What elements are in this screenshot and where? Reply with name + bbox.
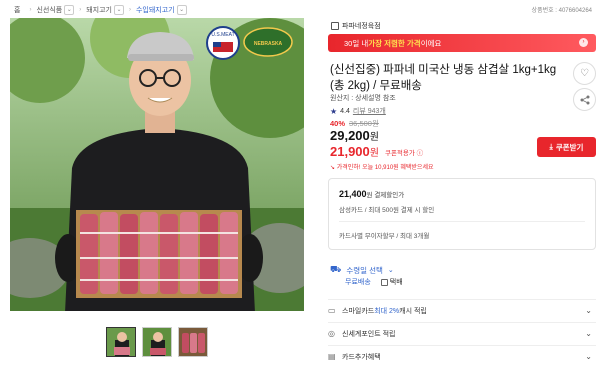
breadcrumb-separator: › <box>79 7 82 13</box>
heart-icon: ♡ <box>580 68 589 79</box>
chevron-down-icon: ⌄ <box>585 329 592 338</box>
promo-highlight: 가장 저렴한 가격 <box>368 38 421 48</box>
delivery-label: 수령일 선택 <box>346 265 383 275</box>
chevron-down-icon: ⌄ <box>585 306 592 315</box>
sale-price-value: 29,200 <box>330 128 370 143</box>
review-count-link[interactable]: 리뷰 943개 <box>353 106 386 116</box>
coupon-price-unit: 원 <box>369 148 379 159</box>
chevron-right-icon: › <box>579 38 588 47</box>
card-extra-benefit-row[interactable]: ▤ 카드추가혜택 ⌄ <box>328 345 596 367</box>
card-discount-detail: 삼성카드 / 최대 500원 결제 시 할인 <box>339 207 435 214</box>
free-shipping-label: 무료배송 <box>345 279 371 286</box>
breadcrumb-home[interactable]: 홈 <box>14 5 20 15</box>
promo-prefix: 30일 내 <box>344 38 369 48</box>
thumbnail-image <box>179 328 207 356</box>
sale-price-unit: 원 <box>369 132 379 143</box>
coupon-price-value: 21,900 <box>330 144 370 159</box>
rating-score: 4.4 <box>340 107 350 115</box>
courier-option: 택배 <box>380 277 403 287</box>
card-price-label: 원 결제할인가 <box>366 192 405 199</box>
shipping-options: 무료배송 택배 <box>345 277 403 287</box>
card-discount-amount: 21,400원 결제할인가 <box>339 189 404 199</box>
wishlist-button[interactable]: ♡ <box>573 62 596 85</box>
sale-price: 29,200원 <box>330 128 379 143</box>
shinsegae-point-row[interactable]: ◎ 신세계포인트 적립 ⌄ <box>328 322 596 344</box>
main-product-image[interactable]: U.S.MEAT NEBRASKA <box>10 18 304 311</box>
thumbnail-strip <box>106 327 208 357</box>
price-drop-note: ↘ 가격인하! 오늘 10,910원 혜택받으세요 <box>330 162 433 171</box>
breadcrumb-label: 돼지고기 <box>86 7 112 14</box>
thumbnail-1[interactable] <box>106 327 136 357</box>
breadcrumb-separator: › <box>29 7 32 13</box>
installment-info: 카드사별 무이자할부 / 최대 3개월 <box>339 233 430 240</box>
card-price-value: 21,400 <box>339 189 367 199</box>
breadcrumb: 홈 › 신선식품 ⌄ › 돼지고기 ⌄ › 수입돼지고기 ⌄ <box>14 4 187 16</box>
thumbnail-3[interactable] <box>178 327 208 357</box>
courier-label: 택배 <box>389 279 403 286</box>
chevron-down-icon: ⌄ <box>585 352 592 361</box>
card-icon: ▭ <box>328 306 336 315</box>
store-icon <box>331 22 339 30</box>
delivery-date-selector[interactable]: ⛟ 수령일 선택 ⌄ <box>330 264 394 276</box>
rating: ★ 4.4 리뷰 943개 <box>330 106 386 116</box>
package-icon <box>380 278 388 286</box>
product-number: 상품번호 : 4076604264 <box>531 8 592 14</box>
row-suffix: 캐시 적립 <box>399 307 427 315</box>
share-icon <box>580 95 589 104</box>
lowest-price-banner[interactable]: 30일 내 가장 저렴한 가격 이에요 › <box>328 34 596 52</box>
product-title: (신선집중) 파파네 미국산 냉동 삼겹살 1kg+1kg (총 2kg) / … <box>330 64 557 92</box>
card-discount-box[interactable]: 21,400원 결제할인가 삼성카드 / 최대 500원 결제 시 할인 카드사… <box>328 178 596 250</box>
breadcrumb-item-3[interactable]: 수입돼지고기 ⌄ <box>136 5 187 15</box>
breadcrumb-item-1[interactable]: 신선식품 ⌄ <box>36 5 75 15</box>
star-icon: ★ <box>330 106 338 116</box>
chevron-down-icon: ⌄ <box>387 267 394 274</box>
store-name: 파파네정육점 <box>342 23 381 30</box>
nebraska-badge-text: NEBRASKA <box>254 41 283 47</box>
coupon-price: 21,900원 쿠폰적용가 ⓘ <box>330 144 423 159</box>
breadcrumb-label: 신선식품 <box>36 7 63 14</box>
wallet-icon: ▤ <box>328 352 336 361</box>
truck-icon: ⛟ <box>330 264 342 274</box>
thumbnail-image <box>143 328 171 356</box>
arrow-down-icon: ↘ <box>330 165 336 171</box>
thumbnail-2[interactable] <box>142 327 172 357</box>
coupon-price-tag[interactable]: 쿠폰적용가 ⓘ <box>385 147 423 157</box>
chevron-down-icon: ⌄ <box>113 5 124 15</box>
coupon-button-label: 쿠폰받기 <box>555 142 584 152</box>
origin-info: 원산지 : 상세설명 참조 <box>330 95 396 102</box>
breadcrumb-label: 수입돼지고기 <box>135 7 175 14</box>
smile-card-row[interactable]: ▭ 스마일카드 최대 2% 캐시 적립 ⌄ <box>328 299 596 321</box>
store-link[interactable]: 파파네정육점 <box>331 21 381 31</box>
row-prefix: 스마일카드 <box>342 307 375 315</box>
product-photo: U.S.MEAT NEBRASKA <box>10 18 304 311</box>
divider <box>339 221 585 222</box>
row-highlight: 최대 2% <box>374 307 400 315</box>
promo-suffix: 이에요 <box>420 38 442 48</box>
chevron-down-icon: ⌄ <box>176 5 187 15</box>
chevron-down-icon: ⌄ <box>64 5 75 15</box>
coin-icon: ◎ <box>328 329 335 338</box>
price-drop-text: 가격인하! 오늘 10,910원 혜택받으세요 <box>336 165 434 171</box>
discount-percent: 40% <box>330 119 346 128</box>
usmeat-badge-text: U.S.MEAT <box>211 32 234 38</box>
get-coupon-button[interactable]: ⤓ 쿠폰받기 <box>537 137 596 157</box>
thumbnail-image <box>107 328 135 356</box>
breadcrumb-separator: › <box>128 7 131 13</box>
breadcrumb-item-2[interactable]: 돼지고기 ⌄ <box>86 5 124 15</box>
row-prefix: 신세계포인트 적립 <box>342 330 396 338</box>
download-icon: ⤓ <box>549 142 553 151</box>
share-button[interactable] <box>573 88 596 111</box>
row-prefix: 카드추가혜택 <box>342 353 381 361</box>
